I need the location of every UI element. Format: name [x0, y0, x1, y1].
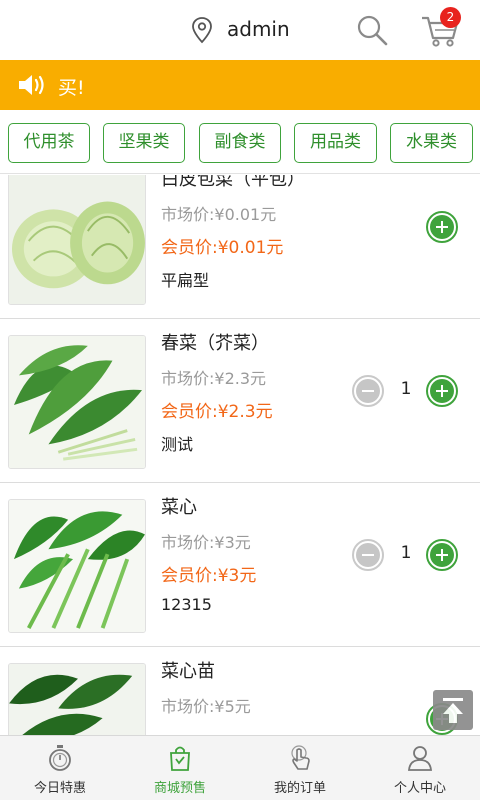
- stopwatch-icon: [49, 745, 71, 771]
- product-name: 菜心苗: [161, 661, 215, 682]
- tab-personal-center[interactable]: 个人中心: [360, 736, 480, 801]
- product-name: 菜心: [161, 497, 197, 518]
- market-price: 市场价:¥3元: [161, 533, 251, 552]
- product-image-cabbage[interactable]: [8, 175, 146, 305]
- add-button[interactable]: [426, 375, 458, 407]
- tab-label: 我的订单: [273, 781, 326, 796]
- add-button[interactable]: [426, 539, 458, 571]
- product-image-choy-sum-seedling[interactable]: [8, 663, 146, 735]
- minus-icon: [362, 554, 374, 557]
- tab-label: 个人中心: [393, 781, 446, 796]
- product-list[interactable]: 白皮包菜（平包） 市场价:¥0.01元 会员价:¥0.01元 平扁型 春菜（芥菜…: [0, 175, 480, 735]
- user-icon: [408, 746, 432, 771]
- category-tab[interactable]: 用品类: [294, 123, 377, 163]
- add-button[interactable]: [426, 211, 458, 243]
- quantity-value: 1: [400, 379, 412, 399]
- category-tab[interactable]: 水果类: [390, 123, 473, 163]
- minus-icon: [362, 390, 374, 393]
- tab-my-orders[interactable]: 我的订单: [240, 736, 360, 801]
- arrow-up-icon: [443, 698, 463, 723]
- plus-icon: [440, 385, 444, 397]
- location-pin-icon[interactable]: [190, 16, 214, 44]
- category-tab[interactable]: 代用茶: [8, 123, 90, 163]
- product-spec: 12315: [161, 595, 212, 614]
- product-name: 春菜（芥菜）: [161, 333, 269, 354]
- category-bar: 代用茶 坚果类 副食类 用品类 水果类: [0, 110, 480, 174]
- top-bar: admin 2: [0, 0, 480, 60]
- member-price: 会员价:¥3元: [161, 566, 257, 586]
- shopping-bag-icon: [170, 746, 190, 771]
- market-price: 市场价:¥2.3元: [161, 369, 267, 388]
- product-item[interactable]: 菜心 市场价:¥3元 会员价:¥3元 12315 1: [0, 483, 480, 647]
- product-item[interactable]: 菜心苗 市场价:¥5元: [0, 647, 480, 735]
- product-spec: 测试: [161, 435, 194, 454]
- product-name: 白皮包菜（平包）: [161, 175, 305, 190]
- product-image-mustard-greens[interactable]: [8, 335, 146, 469]
- quantity-value: 1: [400, 543, 412, 563]
- member-price: 会员价:¥0.01元: [161, 238, 284, 258]
- decrease-button[interactable]: [352, 539, 384, 571]
- touch-hand-icon: [291, 745, 310, 770]
- cart-count-badge: 2: [440, 7, 461, 28]
- plus-icon: [440, 549, 444, 561]
- tab-mall-presale[interactable]: 商城预售: [120, 736, 240, 801]
- search-icon[interactable]: [356, 14, 388, 46]
- member-price: 会员价:¥2.3元: [161, 402, 273, 422]
- decrease-button[interactable]: [352, 375, 384, 407]
- bottom-tab-bar: 今日特惠 商城预售 我的订单 个人中心: [0, 735, 480, 800]
- product-item[interactable]: 春菜（芥菜） 市场价:¥2.3元 会员价:¥2.3元 测试 1: [0, 319, 480, 483]
- market-price: 市场价:¥5元: [161, 697, 251, 716]
- plus-icon: [440, 221, 444, 233]
- announcement-bar[interactable]: 买!: [0, 60, 480, 110]
- category-tab[interactable]: 副食类: [199, 123, 281, 163]
- tab-label: 商城预售: [153, 781, 206, 796]
- product-item[interactable]: 白皮包菜（平包） 市场价:¥0.01元 会员价:¥0.01元 平扁型: [0, 175, 480, 319]
- speaker-icon: [19, 75, 44, 95]
- username-label[interactable]: admin: [227, 17, 290, 41]
- tab-label: 今日特惠: [33, 781, 86, 796]
- back-to-top-button[interactable]: [433, 690, 473, 730]
- product-image-choy-sum[interactable]: [8, 499, 146, 633]
- product-spec: 平扁型: [161, 271, 210, 290]
- announcement-text: 买!: [58, 77, 85, 99]
- market-price: 市场价:¥0.01元: [161, 205, 277, 224]
- category-tab[interactable]: 坚果类: [103, 123, 185, 163]
- tab-today-deals[interactable]: 今日特惠: [0, 736, 120, 801]
